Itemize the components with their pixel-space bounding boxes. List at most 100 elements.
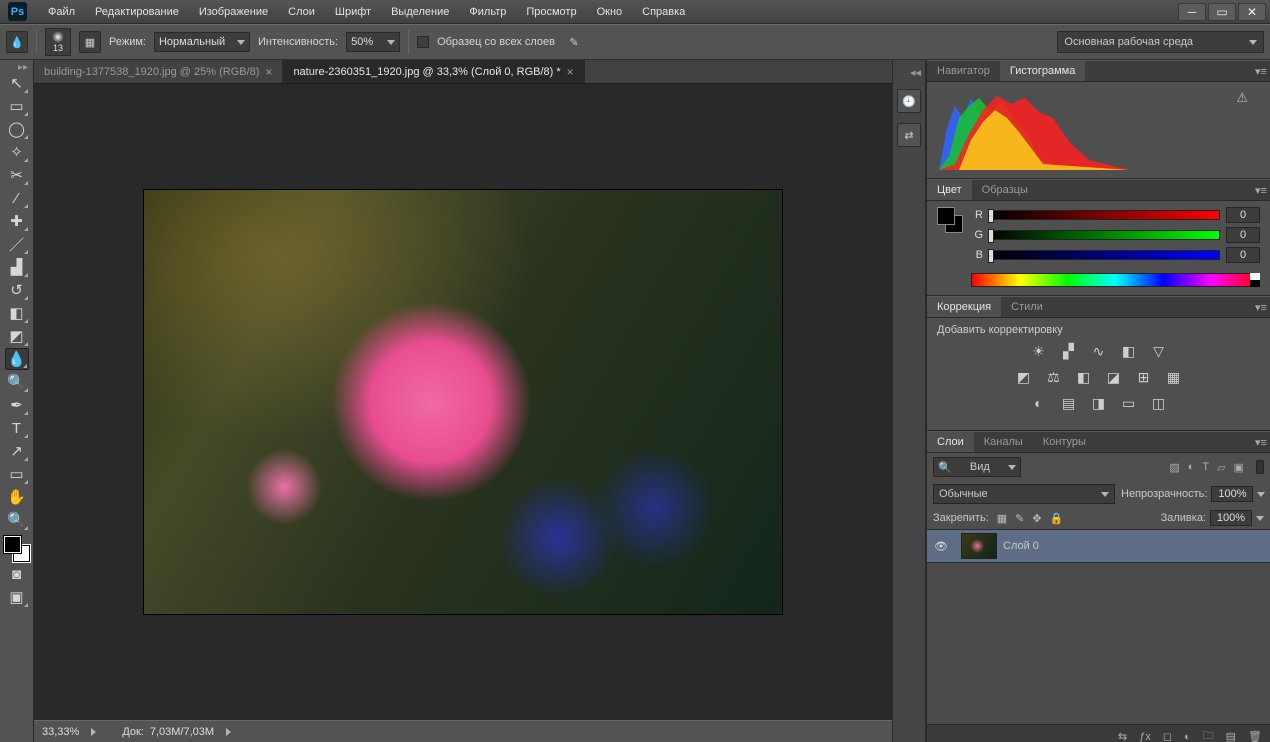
layer-fx-icon[interactable]: ƒx <box>1139 731 1151 742</box>
history-panel-icon[interactable]: 🕘 <box>897 89 921 113</box>
layer-thumbnail[interactable] <box>961 533 997 559</box>
threshold-icon[interactable]: ◨ <box>1089 394 1109 412</box>
posterize-icon[interactable]: ▤ <box>1059 394 1079 412</box>
workspace-switcher[interactable]: Основная рабочая среда <box>1057 31 1264 53</box>
histogram-warning-icon[interactable]: ⚠ <box>1236 90 1248 106</box>
dodge-tool[interactable]: 🔍 <box>5 371 29 393</box>
move-tool[interactable]: ↖ <box>5 72 29 94</box>
tab-channels[interactable]: Каналы <box>974 432 1033 452</box>
menu-view[interactable]: Просмотр <box>517 0 585 24</box>
canvas-viewport[interactable] <box>34 84 892 720</box>
menu-filter[interactable]: Фильтр <box>460 0 515 24</box>
doc-size-readout[interactable]: Док: 7,03M/7,03M <box>122 726 231 738</box>
fill-field[interactable]: 100% <box>1210 510 1252 526</box>
levels-icon[interactable]: ▞ <box>1059 342 1079 360</box>
close-button[interactable]: ✕ <box>1238 3 1266 21</box>
chevron-down-icon[interactable] <box>1256 516 1264 521</box>
tab-swatches[interactable]: Образцы <box>972 180 1038 200</box>
lock-pixels-icon[interactable]: ✎ <box>1015 512 1024 525</box>
panel-menu-icon[interactable]: ▾≡ <box>1252 180 1270 200</box>
new-fill-icon[interactable]: ◐ <box>1184 731 1191 742</box>
b-slider[interactable] <box>989 250 1220 260</box>
blend-mode-dropdown[interactable]: Нормальный <box>154 32 250 52</box>
menu-layers[interactable]: Слои <box>279 0 324 24</box>
tab-styles[interactable]: Стили <box>1001 297 1053 317</box>
visibility-toggle-icon[interactable]: 👁 <box>927 540 955 553</box>
foreground-color-swatch[interactable] <box>4 536 21 553</box>
brush-panel-button[interactable]: ▦ <box>79 31 101 53</box>
photo-filter-icon[interactable]: ◪ <box>1104 368 1124 386</box>
close-tab-icon[interactable]: × <box>567 65 574 79</box>
current-tool-icon[interactable]: 💧 <box>6 31 28 53</box>
minimize-button[interactable]: ─ <box>1178 3 1206 21</box>
stamp-tool[interactable]: ▟ <box>5 256 29 278</box>
lasso-tool[interactable]: ◯ <box>5 118 29 140</box>
filter-shape-icon[interactable]: ▱ <box>1217 461 1225 474</box>
crop-tool[interactable]: ✂ <box>5 164 29 186</box>
opacity-field[interactable]: 100% <box>1211 486 1253 502</box>
g-slider[interactable] <box>989 230 1220 240</box>
vibrance-icon[interactable]: ▽ <box>1149 342 1169 360</box>
lookup-icon[interactable]: ▦ <box>1164 368 1184 386</box>
layer-blend-dropdown[interactable]: Обычные <box>933 484 1115 504</box>
tab-histogram[interactable]: Гистограмма <box>1000 61 1086 81</box>
zoom-readout[interactable]: 33,33% <box>42 726 96 738</box>
eraser-tool[interactable]: ◧ <box>5 302 29 324</box>
zoom-tool[interactable]: 🔍 <box>5 509 29 531</box>
brush-preset-picker[interactable]: 13 <box>45 28 71 56</box>
bw-icon[interactable]: ◧ <box>1074 368 1094 386</box>
tab-layers[interactable]: Слои <box>927 432 974 452</box>
layer-filter-dropdown[interactable]: 🔍Вид <box>933 457 1021 477</box>
chevron-down-icon[interactable] <box>1257 492 1265 497</box>
history-brush-tool[interactable]: ↺ <box>5 279 29 301</box>
lock-transparent-icon[interactable]: ▦ <box>997 512 1007 525</box>
panel-menu-icon[interactable]: ▾≡ <box>1252 297 1270 317</box>
invert-icon[interactable]: ◐ <box>1029 394 1049 412</box>
layer-mask-icon[interactable]: ◻ <box>1163 730 1172 742</box>
curves-icon[interactable]: ∿ <box>1089 342 1109 360</box>
layer-name[interactable]: Слой 0 <box>1003 540 1039 552</box>
marquee-tool[interactable]: ▭ <box>5 95 29 117</box>
new-layer-icon[interactable]: ▤ <box>1226 730 1236 742</box>
type-tool[interactable]: T <box>5 417 29 439</box>
layer-row[interactable]: 👁 Слой 0 <box>927 529 1270 563</box>
quickmask-toggle[interactable]: ◙ <box>5 563 29 585</box>
selective-color-icon[interactable]: ◫ <box>1149 394 1169 412</box>
filter-toggle[interactable] <box>1256 460 1264 474</box>
path-select-tool[interactable]: ↗ <box>5 440 29 462</box>
link-layers-icon[interactable]: ⇆ <box>1118 730 1127 742</box>
g-value[interactable]: 0 <box>1226 227 1260 243</box>
filter-smart-icon[interactable]: ▣ <box>1234 461 1244 474</box>
menu-window[interactable]: Окно <box>588 0 632 24</box>
balance-icon[interactable]: ⚖ <box>1044 368 1064 386</box>
close-tab-icon[interactable]: × <box>265 65 272 79</box>
lock-all-icon[interactable]: 🔒 <box>1050 512 1064 525</box>
properties-panel-icon[interactable]: ⇄ <box>897 123 921 147</box>
panel-menu-icon[interactable]: ▾≡ <box>1252 61 1270 81</box>
slider-thumb[interactable] <box>988 209 994 223</box>
intensity-field[interactable]: 50% <box>346 32 400 52</box>
gradient-tool[interactable]: ◩ <box>5 325 29 347</box>
spectrum-ramp[interactable] <box>971 273 1260 287</box>
document-tab[interactable]: nature-2360351_1920.jpg @ 33,3% (Слой 0,… <box>283 60 584 83</box>
filter-adjust-icon[interactable]: ◐ <box>1188 461 1195 474</box>
fg-swatch[interactable] <box>937 207 955 225</box>
tab-navigator[interactable]: Навигатор <box>927 61 1000 81</box>
new-group-icon[interactable]: 🗀 <box>1203 727 1214 742</box>
slider-thumb[interactable] <box>988 249 994 263</box>
tab-paths[interactable]: Контуры <box>1033 432 1096 452</box>
screenmode-toggle[interactable]: ▣ <box>5 586 29 608</box>
quick-select-tool[interactable]: ✧ <box>5 141 29 163</box>
tablet-pressure-icon[interactable]: ✎ <box>563 31 585 53</box>
healing-tool[interactable]: ✚ <box>5 210 29 232</box>
sample-all-checkbox[interactable] <box>417 36 429 48</box>
exposure-icon[interactable]: ◧ <box>1119 342 1139 360</box>
toolbox-grip[interactable]: ▸▸ <box>0 62 33 71</box>
brightness-icon[interactable]: ☀ <box>1029 342 1049 360</box>
shape-tool[interactable]: ▭ <box>5 463 29 485</box>
menu-help[interactable]: Справка <box>633 0 694 24</box>
gradient-map-icon[interactable]: ▭ <box>1119 394 1139 412</box>
eyedropper-tool[interactable]: ⁄ <box>5 187 29 209</box>
channel-mixer-icon[interactable]: ⊞ <box>1134 368 1154 386</box>
tab-adjustments[interactable]: Коррекция <box>927 297 1001 317</box>
